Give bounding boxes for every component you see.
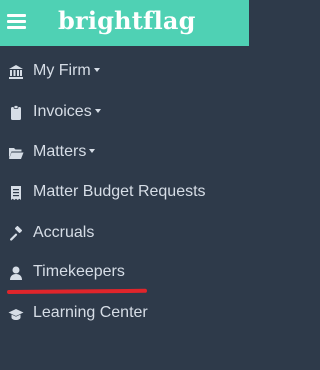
graduation-cap-icon: [7, 306, 25, 322]
sidebar-item-invoices[interactable]: Invoices: [0, 93, 249, 133]
chevron-down-icon: [94, 108, 101, 113]
chevron-down-icon: [89, 148, 96, 153]
gavel-icon: [7, 226, 25, 242]
sidebar-item-label: Invoices: [33, 103, 92, 120]
sidebar-item-accruals[interactable]: Accruals: [0, 214, 249, 254]
chevron-down-icon: [93, 67, 100, 72]
user-icon: [7, 265, 25, 281]
clipboard-icon: [7, 105, 25, 121]
sidebar-item-my-firm[interactable]: My Firm: [0, 52, 249, 92]
sidebar-item-label: Timekeepers: [33, 263, 125, 280]
app-window: brightflag My Firm Invoices Matters Matt…: [0, 0, 249, 370]
sidebar-item-timekeepers[interactable]: Timekeepers: [0, 253, 249, 293]
bank-icon: [7, 64, 25, 80]
hamburger-menu-icon[interactable]: [7, 13, 26, 30]
sidebar-item-label: Learning Center: [33, 304, 148, 321]
sidebar-item-learning-center[interactable]: Learning Center: [0, 294, 249, 334]
sidebar-item-label: Matters: [33, 143, 87, 160]
sidebar-item-label: Accruals: [33, 224, 95, 241]
brand-logo[interactable]: brightflag: [58, 6, 196, 36]
sidebar-item-matter-budget-requests[interactable]: Matter Budget Requests: [0, 173, 249, 213]
receipt-icon: [7, 185, 25, 201]
sidebar-item-label: Matter Budget Requests: [33, 183, 206, 200]
sidebar-item-label: My Firm: [33, 62, 91, 79]
top-bar: brightflag: [0, 0, 249, 46]
folder-open-icon: [7, 145, 25, 161]
sidebar-item-matters[interactable]: Matters: [0, 133, 249, 173]
